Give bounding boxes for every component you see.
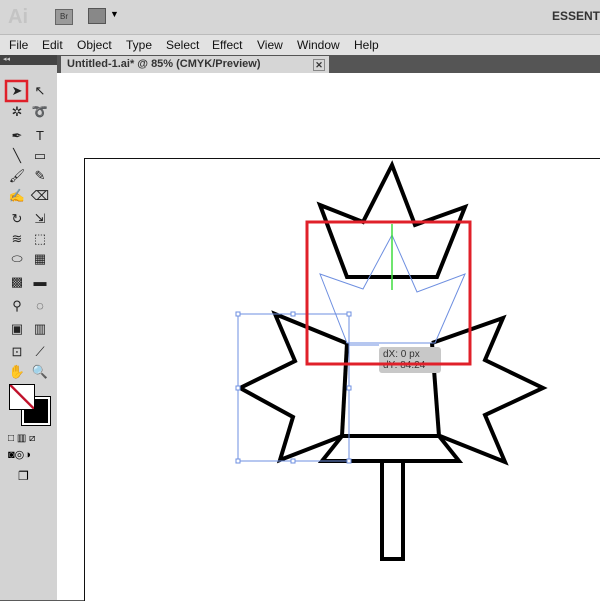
artboard[interactable] <box>84 158 600 601</box>
artboard-tool[interactable]: ⊡ <box>7 343 27 361</box>
workspace-switcher[interactable]: ESSENTIALS <box>552 9 600 23</box>
document-tab-bar: Untitled-1.ai* @ 85% (CMYK/Preview) ✕ <box>57 55 600 73</box>
pen-tool[interactable]: ✒ <box>7 127 27 145</box>
application-bar: Ai Br ▼ ESSENTIALS <box>0 0 600 35</box>
free-transform-tool[interactable]: ⬚ <box>30 230 50 248</box>
lasso-tool[interactable]: ➰ <box>30 103 50 121</box>
close-tab-icon[interactable]: ✕ <box>313 59 325 71</box>
magic-wand-tool[interactable]: ✲ <box>7 103 27 121</box>
menu-effect[interactable]: Effect <box>212 38 242 52</box>
menu-type[interactable]: Type <box>126 38 152 52</box>
shape-builder-tool[interactable]: ⬭ <box>7 250 27 268</box>
color-mode-none-icon[interactable]: □ ▥ ⧄ <box>8 433 48 445</box>
screen-mode-icon[interactable]: ❐ <box>18 469 38 483</box>
zoom-tool[interactable]: 🔍 <box>30 363 50 381</box>
symbol-sprayer-tool[interactable]: ▣ <box>7 320 27 338</box>
document-tab-title: Untitled-1.ai* @ 85% (CMYK/Preview) <box>67 58 261 70</box>
tooltip-dy: dY: 84.24 px <box>383 360 426 373</box>
selection-tool[interactable]: ➤ <box>7 82 27 100</box>
menu-file[interactable]: File <box>9 38 28 52</box>
eraser-tool[interactable]: ⌫ <box>30 187 50 205</box>
gradient-tool[interactable]: ▬ <box>30 273 50 291</box>
blend-tool[interactable]: ◌ <box>30 297 50 315</box>
tools-panel: ◂◂ ➤ ↖ ✲ ➰ ✒ T ╲ ▭ 🖌 ✎ ✍ ⌫ ↻ ⇲ ≋ ⬚ ⬭ ▦ ▩ ▬ ⚲ ◌ ▣ ▥ ⊡ ⟋ ✋ 🔍 □ ▥ ⧄ ◙◎… <box>0 55 57 600</box>
scale-tool[interactable]: ⇲ <box>30 210 50 228</box>
bridge-button[interactable]: Br <box>55 9 73 25</box>
collapse-icon[interactable]: ◂◂ <box>0 55 57 65</box>
direct-selection-tool[interactable]: ↖ <box>30 82 50 100</box>
line-tool[interactable]: ╲ <box>7 147 27 165</box>
document-tab[interactable]: Untitled-1.ai* @ 85% (CMYK/Preview) ✕ <box>61 56 329 73</box>
menu-object[interactable]: Object <box>77 38 112 52</box>
measure-tooltip: dX: 0 px dY: 84.24 px <box>379 347 441 373</box>
slice-tool[interactable]: ⟋ <box>30 343 50 361</box>
eyedropper-tool[interactable]: ⚲ <box>7 297 27 315</box>
draw-mode-icon[interactable]: ◙◎◑ <box>8 448 48 462</box>
blob-brush-tool[interactable]: ✍ <box>7 187 27 205</box>
hand-tool[interactable]: ✋ <box>7 363 27 381</box>
tooltip-dx: dX: 0 px <box>383 349 420 360</box>
mesh-tool[interactable]: ▩ <box>7 273 27 291</box>
type-tool[interactable]: T <box>30 127 50 145</box>
fill-swatch[interactable] <box>9 384 35 410</box>
chevron-down-icon[interactable]: ▼ <box>110 9 119 19</box>
paintbrush-tool[interactable]: 🖌 <box>7 167 27 185</box>
perspective-grid-tool[interactable]: ▦ <box>30 250 50 268</box>
app-logo: Ai <box>8 6 28 28</box>
warp-tool[interactable]: ≋ <box>7 230 27 248</box>
rotate-tool[interactable]: ↻ <box>7 210 27 228</box>
rectangle-tool[interactable]: ▭ <box>30 147 50 165</box>
column-graph-tool[interactable]: ▥ <box>30 320 50 338</box>
menu-select[interactable]: Select <box>166 38 199 52</box>
menu-bar: File Edit Object Type Select Effect View… <box>0 35 600 55</box>
menu-view[interactable]: View <box>257 38 283 52</box>
menu-edit[interactable]: Edit <box>42 38 63 52</box>
menu-window[interactable]: Window <box>297 38 340 52</box>
menu-help[interactable]: Help <box>354 38 379 52</box>
pencil-tool[interactable]: ✎ <box>30 167 50 185</box>
arrange-documents-icon[interactable] <box>88 8 106 24</box>
fill-stroke-swatch[interactable] <box>9 384 51 426</box>
